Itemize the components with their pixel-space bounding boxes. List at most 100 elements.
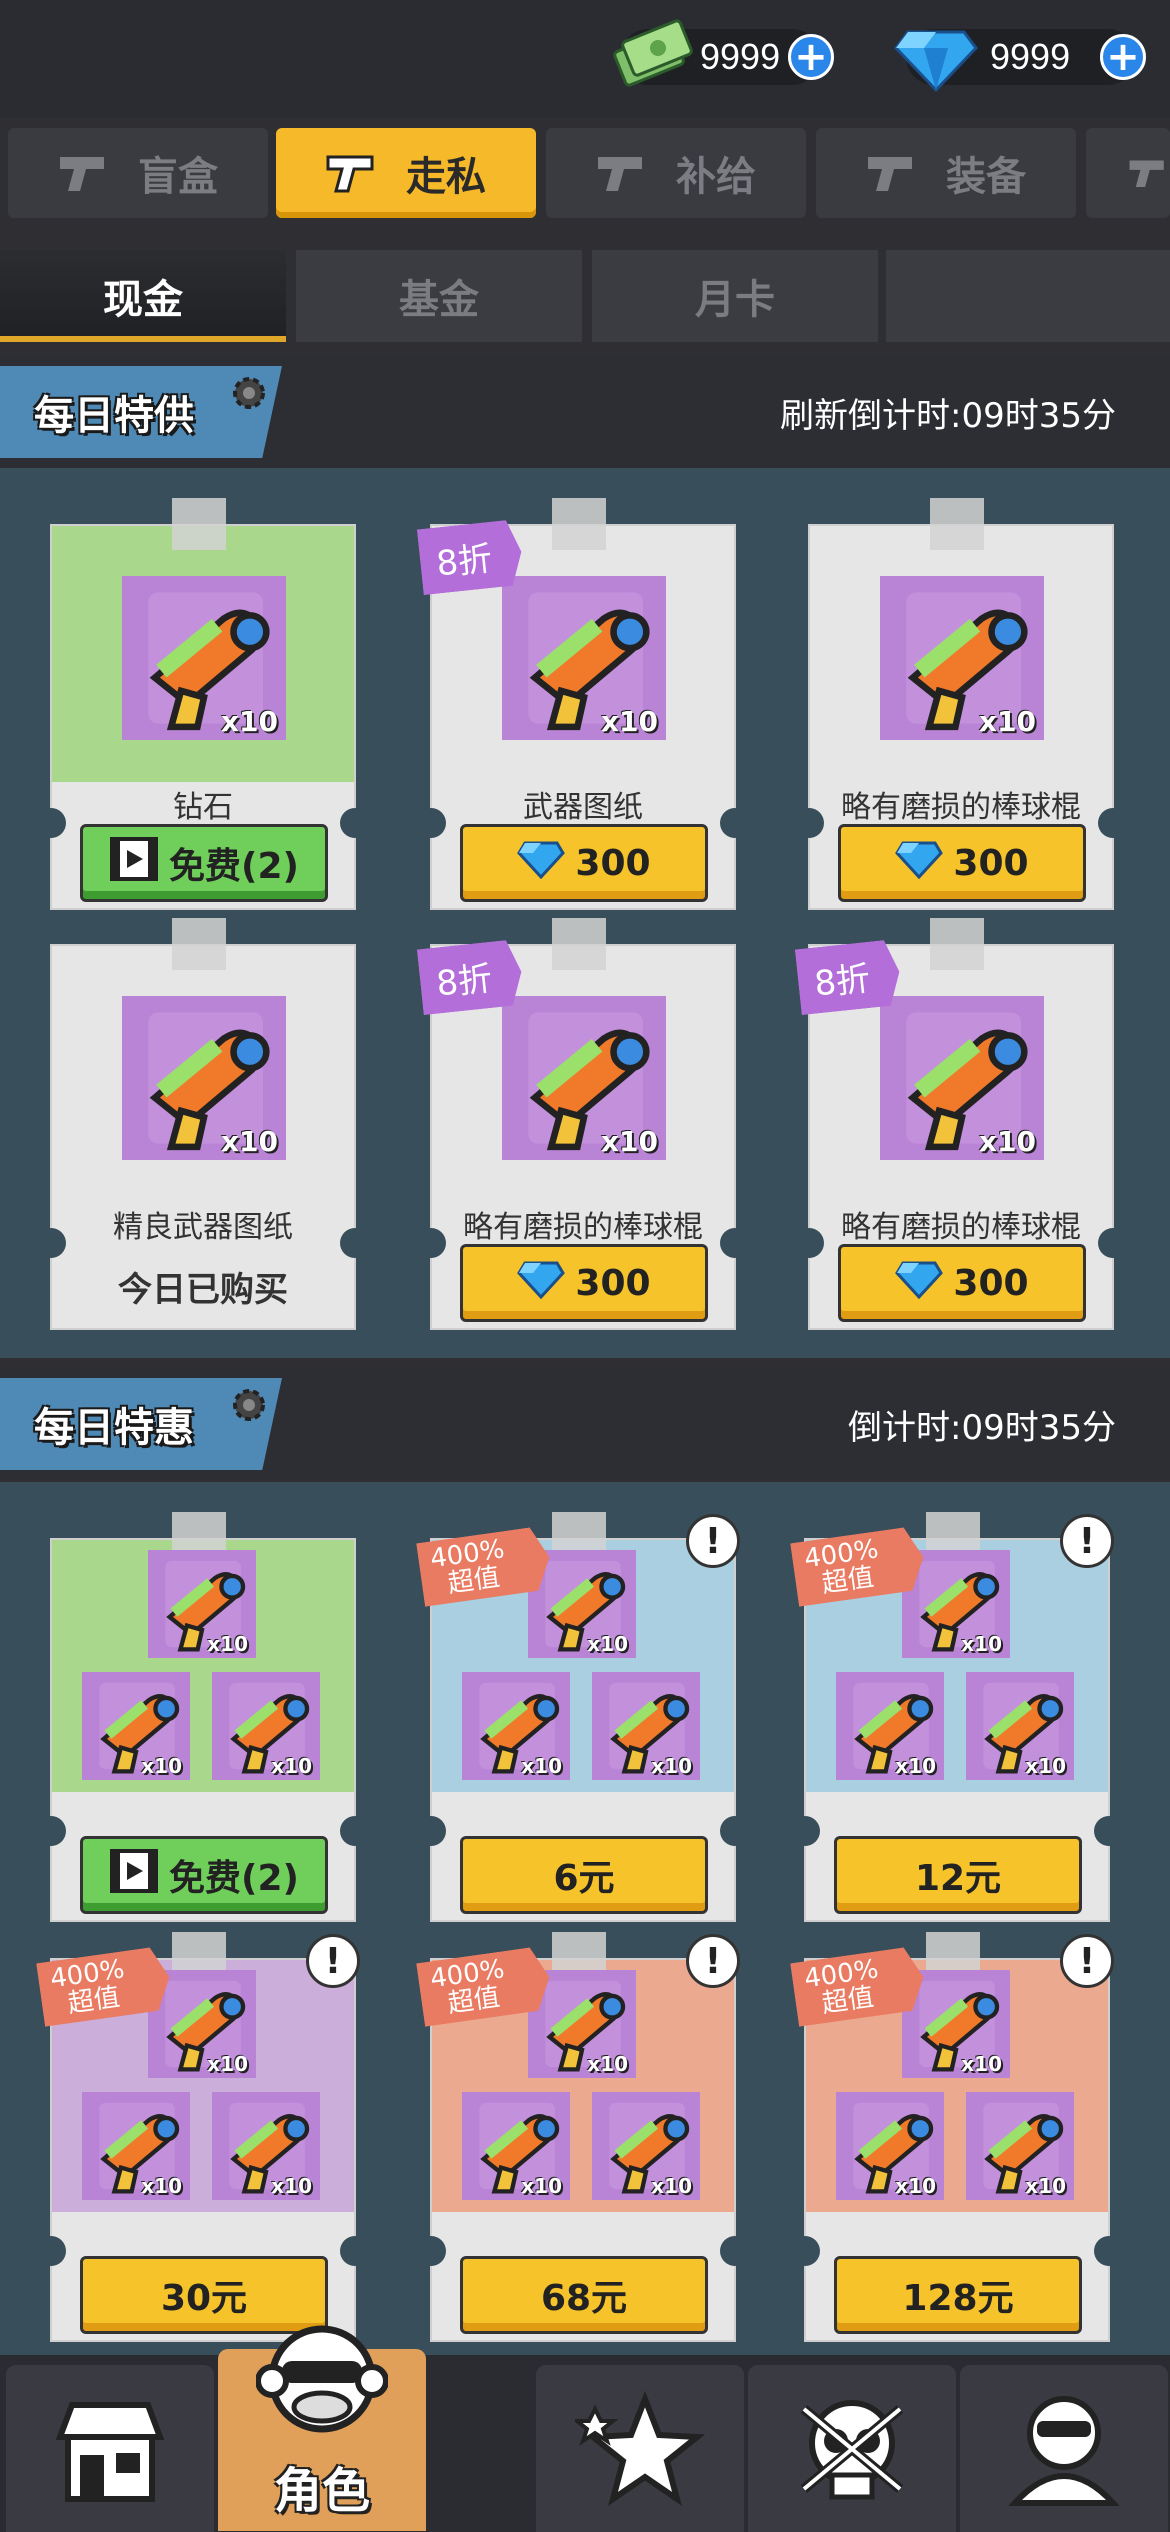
- deal-offer-card[interactable]: x10 x10 x10 6元 400% 超值!: [416, 1512, 750, 1922]
- nav-achievements[interactable]: [536, 2365, 744, 2532]
- item-icon: x10: [212, 2092, 320, 2200]
- item-quantity: x10: [895, 2174, 936, 2198]
- discount-tag: 8折: [417, 519, 525, 595]
- nav-character[interactable]: 角色: [218, 2325, 426, 2531]
- item-icon: x10: [966, 1672, 1074, 1780]
- add-cash-button[interactable]: +: [788, 34, 834, 80]
- character-silhouette-icon: [1008, 2395, 1120, 2506]
- item-icon: x10: [966, 2092, 1074, 2200]
- gem-balance: 9999 +: [894, 26, 1146, 93]
- item-quantity: x10: [587, 1632, 628, 1656]
- video-ad-icon: [109, 1848, 159, 1903]
- item-quantity: x10: [521, 1754, 562, 1778]
- info-alert-button[interactable]: !: [1060, 1514, 1114, 1568]
- special-offer-card[interactable]: x10 略有磨损的棒球棍 300 8折: [794, 918, 1128, 1330]
- tab-blind-box[interactable]: 盲盒: [8, 128, 268, 218]
- button-label: 300: [575, 842, 651, 884]
- special-offer-card[interactable]: x10 武器图纸 300 8折: [416, 498, 750, 910]
- purchase-button[interactable]: 128元: [834, 2256, 1082, 2334]
- item-name: 略有磨损的棒球棍: [841, 1210, 1081, 1245]
- discount-tag: 8折: [795, 939, 903, 1015]
- video-ad-icon: [109, 836, 159, 891]
- button-label: 30元: [160, 2278, 248, 2319]
- item-name: 略有磨损的棒球棍: [841, 790, 1081, 825]
- ticket-notch: [340, 1816, 370, 1846]
- special-offer-card[interactable]: x10 钻石 免费(2): [36, 498, 370, 910]
- star-badge-icon: [575, 2390, 705, 2506]
- info-alert-button[interactable]: !: [306, 1934, 360, 1988]
- add-gems-button[interactable]: +: [1100, 34, 1146, 80]
- gear-icon: [233, 377, 265, 409]
- gear-icon: [233, 1389, 265, 1421]
- ticket-notch: [790, 2236, 820, 2266]
- item-quantity: x10: [1025, 1754, 1066, 1778]
- ticket-notch: [720, 2236, 750, 2266]
- tab-cash[interactable]: 现金: [0, 250, 286, 342]
- free-claim-button[interactable]: 免费(2): [80, 824, 328, 902]
- tab-empty[interactable]: [886, 250, 1170, 342]
- info-alert-button[interactable]: !: [686, 1934, 740, 1988]
- nav-shop[interactable]: [6, 2365, 214, 2532]
- item-quantity: x10: [651, 1754, 692, 1778]
- nav-team[interactable]: [960, 2365, 1168, 2532]
- section-title: 每日特供: [34, 393, 194, 439]
- item-icon: x10: [148, 1550, 256, 1658]
- buy-button[interactable]: 300: [460, 1244, 708, 1322]
- button-label: 免费(2): [169, 1858, 299, 1899]
- ticket-notch: [340, 2236, 370, 2266]
- item-icon: x10: [212, 1672, 320, 1780]
- item-icon: x10: [122, 576, 286, 740]
- button-label: 300: [575, 1262, 651, 1304]
- buy-button[interactable]: 300: [838, 824, 1086, 902]
- tab-monthly-card[interactable]: 月卡: [592, 250, 878, 342]
- tab-supply[interactable]: 补给: [546, 128, 806, 218]
- info-alert-button[interactable]: !: [1060, 1934, 1114, 1988]
- item-quantity: x10: [141, 2174, 182, 2198]
- ticket-notch: [1094, 2236, 1124, 2266]
- tab-equipment[interactable]: 装备: [816, 128, 1076, 218]
- ticket-notch: [790, 1816, 820, 1846]
- free-claim-button[interactable]: 免费(2): [80, 1836, 328, 1914]
- item-quantity: x10: [271, 2174, 312, 2198]
- item-quantity: x10: [961, 1632, 1002, 1656]
- special-offer-card[interactable]: x10 略有磨损的棒球棍 300 8折: [416, 918, 750, 1330]
- item-icon: x10: [122, 996, 286, 1160]
- tab-fund[interactable]: 基金: [296, 250, 582, 342]
- pistol-icon: [60, 157, 104, 191]
- purchase-button[interactable]: 12元: [834, 1836, 1082, 1914]
- item-icon: x10: [82, 2092, 190, 2200]
- item-icon: x10: [592, 2092, 700, 2200]
- purchase-button[interactable]: 68元: [460, 2256, 708, 2334]
- tape-clip: [930, 918, 984, 970]
- refresh-countdown: 刷新倒计时:09时35分: [780, 396, 1116, 436]
- tab-more[interactable]: [1086, 128, 1170, 218]
- tape-clip: [552, 498, 606, 550]
- button-label: 免费(2): [169, 846, 299, 887]
- buy-button[interactable]: 300: [838, 1244, 1086, 1322]
- deal-offer-card[interactable]: x10 x10 x10 68元 400% 超值!: [416, 1932, 750, 2342]
- buy-button[interactable]: 300: [460, 824, 708, 902]
- item-icon: x10: [880, 576, 1044, 740]
- button-label: 6元: [553, 1858, 615, 1899]
- tab-smuggle[interactable]: 走私: [276, 128, 536, 218]
- item-quantity: x10: [207, 1632, 248, 1656]
- item-name: 精良武器图纸: [113, 1210, 293, 1245]
- button-label: 128元: [902, 2278, 1014, 2319]
- nav-boss[interactable]: [748, 2365, 956, 2532]
- special-offer-card[interactable]: x10 略有磨损的棒球棍 300: [794, 498, 1128, 910]
- deal-offer-card[interactable]: x10 x10 x10 免费(2): [36, 1512, 370, 1922]
- button-label: 300: [953, 1262, 1029, 1304]
- info-alert-button[interactable]: !: [686, 1514, 740, 1568]
- item-icon: x10: [502, 576, 666, 740]
- shop-icon: [55, 2401, 165, 2502]
- deal-offer-card[interactable]: x10 x10 x10 12元 400% 超值!: [790, 1512, 1124, 1922]
- cash-stack-icon: [612, 12, 696, 94]
- item-quantity: x10: [978, 705, 1036, 738]
- diamond-icon: [894, 18, 978, 98]
- special-offer-card[interactable]: x10 精良武器图纸 今日已购买: [36, 918, 370, 1330]
- deal-offer-card[interactable]: x10 x10 x10 128元 400% 超值!: [790, 1932, 1124, 2342]
- deal-offer-card[interactable]: x10 x10 x10 30元 400% 超值!: [36, 1932, 370, 2342]
- diamond-icon: [895, 1259, 944, 1308]
- currency-tabs: 现金 基金 月卡: [0, 250, 1170, 342]
- purchase-button[interactable]: 6元: [460, 1836, 708, 1914]
